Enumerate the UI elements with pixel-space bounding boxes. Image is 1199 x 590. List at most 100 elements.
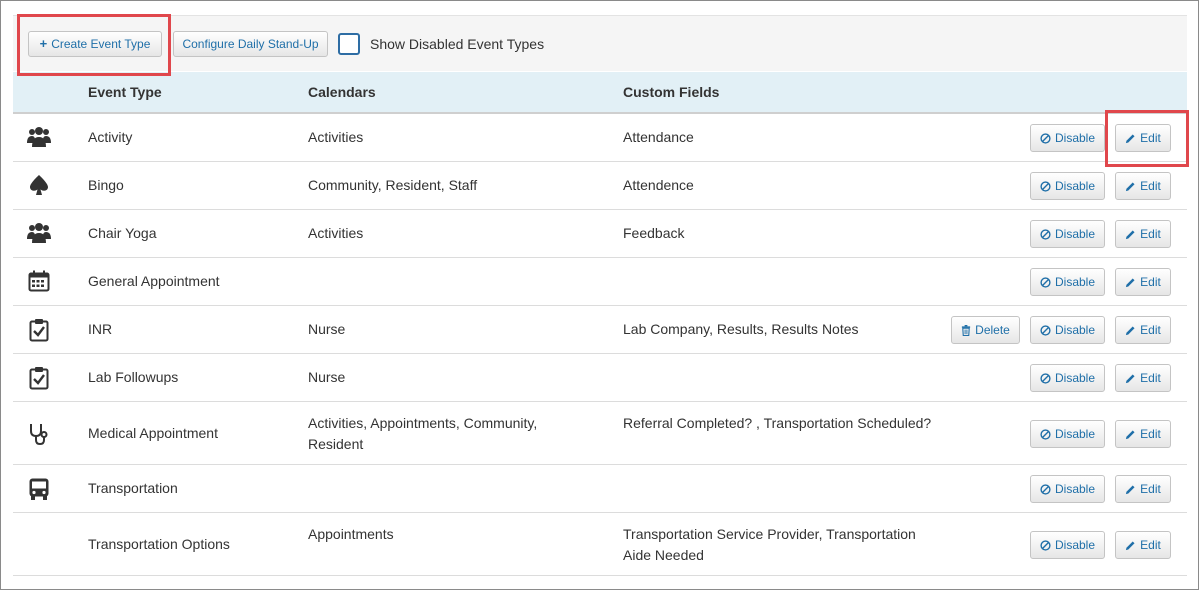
group-icon — [25, 126, 53, 148]
clipboard-check-icon — [25, 366, 53, 390]
edit-button-label: Edit — [1140, 275, 1161, 289]
custom-fields-cell: Feedback — [623, 225, 685, 241]
ban-icon — [1040, 228, 1051, 240]
edit-button[interactable]: Edit — [1115, 316, 1171, 344]
disable-button-label: Disable — [1054, 482, 1096, 496]
group-icon — [25, 222, 53, 244]
table-row: Transportation Disable Edit — [13, 465, 1187, 513]
table-row: General Appointment Disable Edit — [13, 258, 1187, 306]
custom-fields-cell: Attendance — [623, 129, 694, 145]
custom-fields-cell: Lab Company, Results, Results Notes — [623, 321, 859, 337]
delete-button-label: Delete — [975, 323, 1010, 337]
event-types-panel: + Create Event Type Configure Daily Stan… — [0, 0, 1199, 590]
pencil-icon — [1125, 373, 1136, 384]
delete-button[interactable]: Delete — [951, 316, 1020, 344]
disable-button-label: Disable — [1054, 371, 1096, 385]
show-disabled-label: Show Disabled Event Types — [370, 35, 545, 52]
calendars-cell: Appointments — [308, 526, 394, 542]
disable-button[interactable]: Disable — [1030, 268, 1105, 296]
disable-button[interactable]: Disable — [1030, 364, 1105, 392]
ban-icon — [1040, 324, 1051, 336]
edit-button-label: Edit — [1140, 227, 1161, 241]
custom-fields-cell: Attendence — [623, 177, 694, 193]
calendars-cell: Nurse — [308, 369, 346, 385]
disable-button[interactable]: Disable — [1030, 316, 1105, 344]
edit-button[interactable]: Edit — [1115, 364, 1171, 392]
disable-button-label: Disable — [1054, 227, 1096, 241]
header-custom-fields: Custom Fields — [623, 84, 720, 100]
ban-icon — [1040, 539, 1051, 551]
pencil-icon — [1125, 484, 1136, 495]
edit-button-label: Edit — [1140, 371, 1161, 385]
trash-icon — [961, 324, 971, 336]
edit-button-label: Edit — [1140, 179, 1161, 193]
show-disabled-checkbox[interactable] — [338, 32, 360, 55]
toolbar: + Create Event Type Configure Daily Stan… — [13, 15, 1187, 71]
table-row: Medical Appointment Activities, Appointme… — [13, 402, 1187, 465]
disable-button[interactable]: Disable — [1030, 124, 1105, 152]
edit-button[interactable]: Edit — [1115, 420, 1171, 448]
edit-button[interactable]: Edit — [1115, 268, 1171, 296]
table-row: Bingo Community, Resident, Staff Attendenc… — [13, 162, 1187, 210]
pencil-icon — [1125, 429, 1136, 440]
configure-daily-standup-label: Configure Daily Stand-Up — [182, 36, 319, 51]
show-disabled-toggle[interactable]: Show Disabled Event Types — [338, 32, 545, 55]
disable-button-label: Disable — [1054, 427, 1096, 441]
disable-button[interactable]: Disable — [1030, 172, 1105, 200]
edit-button[interactable]: Edit — [1115, 220, 1171, 248]
pencil-icon — [1125, 181, 1136, 192]
ban-icon — [1040, 180, 1051, 192]
edit-button[interactable]: Edit — [1115, 475, 1171, 503]
highlight-create-button — [17, 14, 171, 76]
edit-button[interactable]: Edit — [1115, 172, 1171, 200]
highlight-edit-button — [1105, 110, 1189, 167]
calendars-cell: Activities, Appointments, Community, Res… — [308, 415, 538, 452]
table-row: Transportation Options Appointments Transp… — [13, 513, 1187, 576]
event-type-name: Chair Yoga — [88, 225, 157, 241]
ban-icon — [1040, 428, 1051, 440]
calendars-cell: Nurse — [308, 321, 346, 337]
disable-button[interactable]: Disable — [1030, 420, 1105, 448]
edit-button[interactable]: Edit — [1115, 531, 1171, 559]
header-calendars: Calendars — [308, 84, 376, 100]
event-type-name: Medical Appointment — [88, 425, 218, 441]
pencil-icon — [1125, 540, 1136, 551]
spade-icon — [25, 174, 53, 196]
table-row: Lab Followups Nurse Disable Edit — [13, 354, 1187, 402]
header-event-type: Event Type — [88, 84, 162, 100]
event-type-name: General Appointment — [88, 273, 220, 289]
disable-button[interactable]: Disable — [1030, 220, 1105, 248]
configure-daily-standup-button[interactable]: Configure Daily Stand-Up — [173, 30, 328, 57]
pencil-icon — [1125, 229, 1136, 240]
custom-fields-cell: Referral Completed? , Transportation Sch… — [623, 415, 932, 431]
disable-button-label: Disable — [1054, 179, 1096, 193]
ban-icon — [1040, 132, 1051, 144]
calendars-cell: Community, Resident, Staff — [308, 177, 478, 193]
stethoscope-icon — [25, 422, 53, 446]
event-type-name: Lab Followups — [88, 369, 179, 385]
clipboard-check-icon — [25, 318, 53, 342]
event-type-name: Activity — [88, 129, 133, 145]
ban-icon — [1040, 483, 1051, 495]
edit-button-label: Edit — [1140, 538, 1161, 552]
disable-button-label: Disable — [1054, 275, 1096, 289]
disable-button[interactable]: Disable — [1030, 531, 1105, 559]
disable-button-label: Disable — [1054, 323, 1096, 337]
bus-icon — [25, 477, 53, 501]
event-type-name: Bingo — [88, 177, 124, 193]
calendars-cell: Activities — [308, 129, 364, 145]
event-type-name: Transportation — [88, 480, 178, 496]
table-header: Event Type Calendars Custom Fields — [13, 72, 1187, 114]
event-type-name: Transportation Options — [88, 536, 230, 552]
calendar-icon — [25, 270, 53, 292]
pencil-icon — [1125, 325, 1136, 336]
table-row: INR Nurse Lab Company, Results, Results No… — [13, 306, 1187, 354]
edit-button-label: Edit — [1140, 427, 1161, 441]
event-type-name: INR — [88, 321, 113, 337]
disable-button[interactable]: Disable — [1030, 475, 1105, 503]
calendars-cell: Activities — [308, 225, 364, 241]
edit-button-label: Edit — [1140, 482, 1161, 496]
disable-button-label: Disable — [1054, 131, 1096, 145]
edit-button-label: Edit — [1140, 323, 1161, 337]
table-row: Activity Activities Attendance Disable Edit — [13, 114, 1187, 162]
